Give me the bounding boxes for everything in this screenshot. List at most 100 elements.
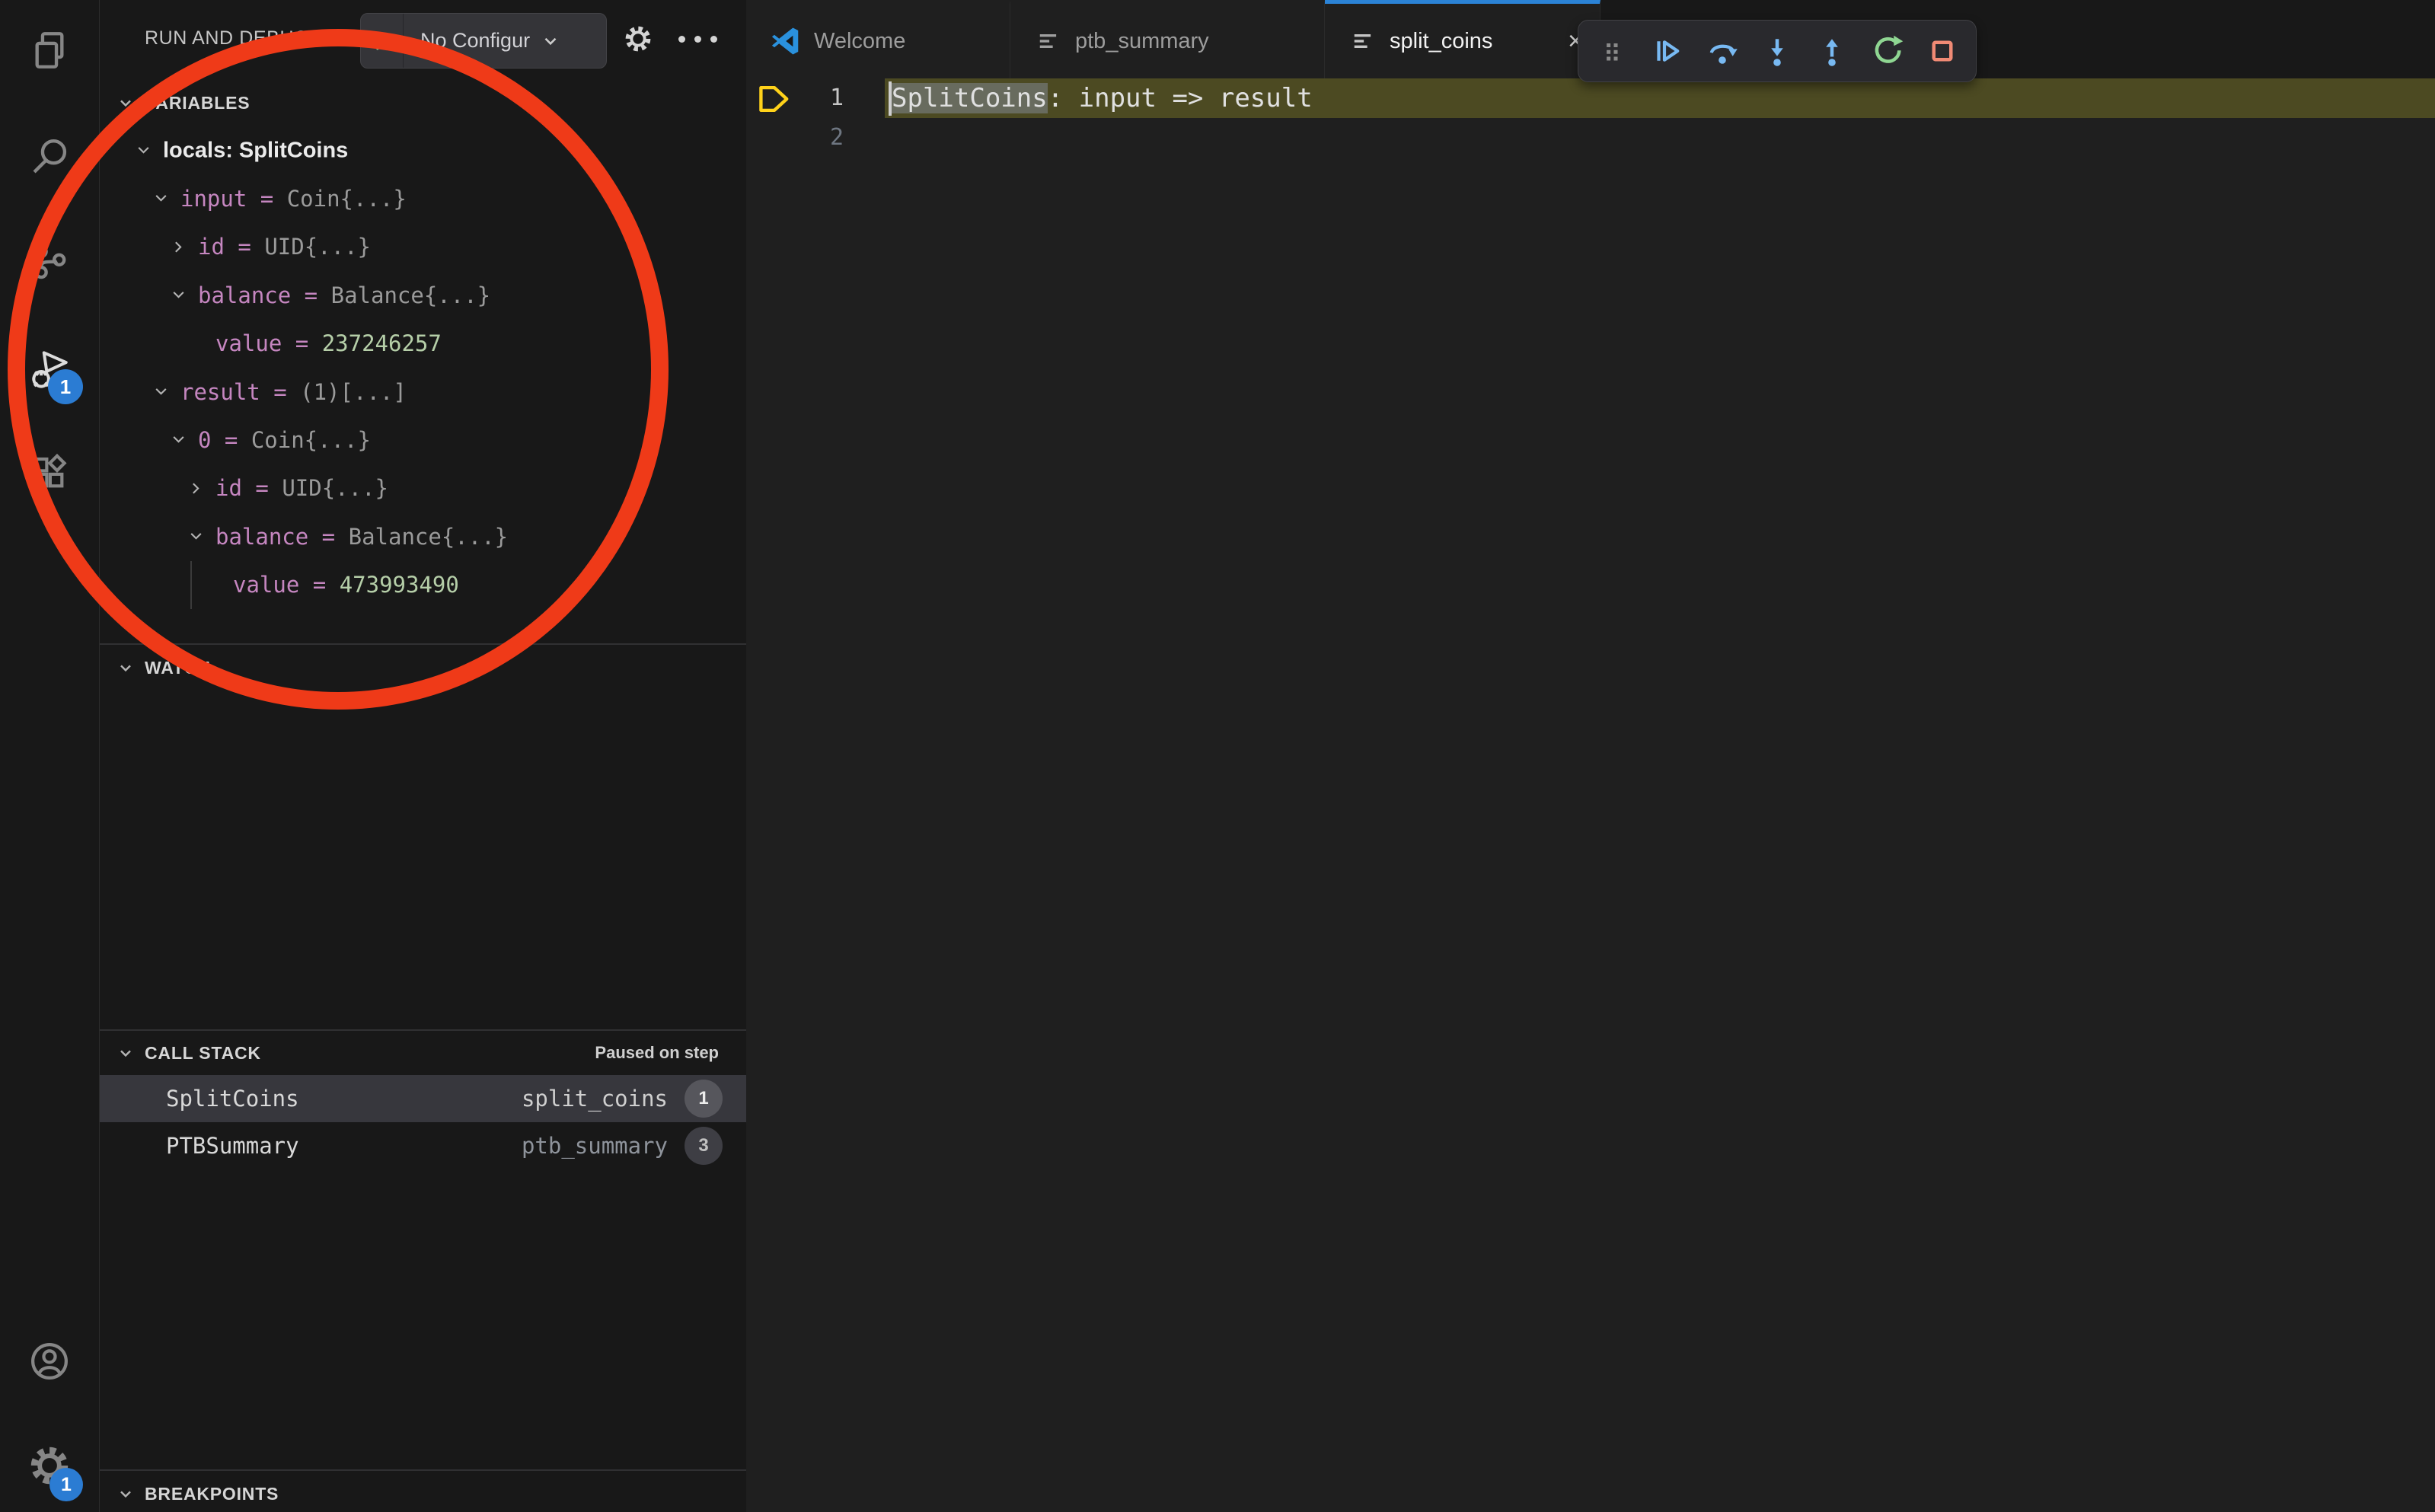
chevron-down-icon bbox=[541, 31, 560, 51]
section-divider[interactable] bbox=[100, 643, 746, 645]
variable-text: locals: SplitCoins bbox=[163, 138, 348, 163]
step-over-button[interactable] bbox=[1698, 27, 1747, 75]
variable-row[interactable]: 0 = Coin{...} bbox=[100, 416, 746, 464]
debug-badge: 1 bbox=[48, 369, 83, 404]
tab-welcome[interactable]: Welcome bbox=[746, 0, 1010, 78]
variable-segment: value = bbox=[233, 572, 340, 598]
variable-segment: Balance{...} bbox=[349, 524, 509, 550]
variable-segment: (1)[...] bbox=[300, 379, 407, 405]
chevron-right-icon[interactable] bbox=[171, 239, 187, 255]
frame-line-badge: 1 bbox=[685, 1080, 723, 1118]
watch-chevron-icon[interactable] bbox=[116, 659, 135, 678]
variable-segment: id = bbox=[215, 475, 282, 501]
source-control-icon[interactable] bbox=[27, 240, 72, 284]
variable-row[interactable]: id = UID{...} bbox=[100, 464, 746, 512]
frame-line-badge: 3 bbox=[685, 1127, 723, 1165]
extensions-icon[interactable] bbox=[27, 451, 72, 496]
debug-config-dropdown[interactable]: No Configur bbox=[360, 13, 607, 69]
variable-segment: Coin{...} bbox=[251, 427, 371, 453]
step-out-button[interactable] bbox=[1808, 27, 1856, 75]
variable-segment: 473993490 bbox=[340, 572, 459, 598]
frame-function: PTBSummary bbox=[166, 1133, 299, 1159]
variable-row[interactable]: input = Coin{...} bbox=[100, 174, 746, 222]
variable-row[interactable]: balance = Balance{...} bbox=[100, 271, 746, 319]
code-line[interactable]: SplitCoins: input => result bbox=[892, 78, 1313, 118]
chevron-down-icon[interactable] bbox=[153, 190, 169, 206]
variable-segment: value = bbox=[215, 330, 322, 356]
more-actions-icon[interactable] bbox=[678, 36, 717, 43]
chevron-down-icon[interactable] bbox=[188, 528, 204, 544]
variables-chevron-icon[interactable] bbox=[116, 94, 135, 113]
variable-text: id = UID{...} bbox=[215, 475, 388, 501]
drag-handle-icon[interactable] bbox=[1588, 27, 1636, 75]
call-stack-section-header[interactable]: CALL STACK bbox=[145, 1043, 261, 1064]
variable-segment: 0 = bbox=[198, 427, 251, 453]
chevron-down-icon[interactable] bbox=[171, 287, 187, 303]
variable-text: result = (1)[...] bbox=[180, 379, 407, 405]
gear-icon[interactable] bbox=[622, 23, 654, 55]
run-and-debug-panel: RUN AND DEBUG No Configur VARIABLES loca… bbox=[100, 0, 747, 1512]
variable-row[interactable]: id = UID{...} bbox=[100, 223, 746, 271]
settings-badge: 1 bbox=[49, 1468, 83, 1501]
section-divider[interactable] bbox=[100, 1029, 746, 1031]
variable-text: balance = Balance{...} bbox=[215, 524, 508, 550]
watch-section-header[interactable]: WATCH bbox=[145, 658, 211, 678]
variable-text: balance = Balance{...} bbox=[198, 282, 490, 308]
vscode-logo-icon bbox=[771, 26, 801, 56]
call-stack-frame[interactable]: SplitCoins split_coins 1 bbox=[100, 1075, 746, 1122]
variable-segment: UID{...} bbox=[282, 475, 388, 501]
step-into-button[interactable] bbox=[1753, 27, 1802, 75]
variable-row[interactable]: value = 473993490 bbox=[100, 561, 746, 609]
code-editor[interactable]: 1 SplitCoins: input => result 2 bbox=[746, 78, 2435, 1512]
indent-guide bbox=[190, 561, 192, 609]
call-stack-chevron-icon[interactable] bbox=[116, 1045, 135, 1063]
chevron-right-icon[interactable] bbox=[188, 480, 204, 496]
list-file-icon bbox=[1349, 27, 1377, 55]
variable-segment: Coin{...} bbox=[287, 186, 407, 212]
call-stack-frame[interactable]: PTBSummary ptb_summary 3 bbox=[100, 1122, 746, 1169]
variable-text: input = Coin{...} bbox=[180, 186, 407, 212]
frame-function: SplitCoins bbox=[166, 1086, 299, 1112]
chevron-down-icon[interactable] bbox=[153, 384, 169, 400]
variable-segment: result = bbox=[180, 379, 300, 405]
stop-button[interactable] bbox=[1918, 27, 1967, 75]
frame-file: ptb_summary bbox=[522, 1133, 668, 1159]
line-number[interactable]: 1 bbox=[746, 78, 844, 118]
activity-bar: 1 1 bbox=[0, 0, 100, 1512]
variable-row[interactable]: value = 237246257 bbox=[100, 320, 746, 368]
variable-text: 0 = Coin{...} bbox=[198, 427, 371, 453]
chevron-down-icon[interactable] bbox=[171, 432, 187, 448]
variables-section-header[interactable]: VARIABLES bbox=[145, 93, 250, 113]
variable-segment: UID{...} bbox=[264, 234, 371, 260]
section-divider[interactable] bbox=[100, 1469, 746, 1471]
selected-code-text: SplitCoins bbox=[892, 83, 1048, 113]
start-debug-icon[interactable] bbox=[361, 14, 404, 68]
frame-file: split_coins bbox=[522, 1086, 668, 1112]
code-text: : input => result bbox=[1048, 83, 1313, 113]
tab-ptb-summary[interactable]: ptb_summary bbox=[1010, 0, 1325, 78]
call-stack-status: Paused on step bbox=[595, 1043, 719, 1063]
chevron-down-icon[interactable] bbox=[136, 142, 152, 158]
restart-button[interactable] bbox=[1863, 27, 1912, 75]
variable-row[interactable]: result = (1)[...] bbox=[100, 368, 746, 416]
variable-text: value = 473993490 bbox=[233, 572, 459, 598]
breakpoints-chevron-icon[interactable] bbox=[116, 1485, 135, 1504]
tab-label: ptb_summary bbox=[1075, 29, 1209, 54]
explorer-icon[interactable] bbox=[27, 28, 72, 72]
variable-segment: balance = bbox=[198, 282, 331, 308]
panel-title: RUN AND DEBUG bbox=[145, 27, 309, 49]
text-cursor bbox=[889, 81, 892, 116]
variable-text: value = 237246257 bbox=[215, 330, 442, 356]
continue-button[interactable] bbox=[1642, 27, 1691, 75]
variable-row[interactable]: locals: SplitCoins bbox=[100, 126, 746, 174]
tab-label: Welcome bbox=[814, 29, 905, 54]
line-number[interactable]: 2 bbox=[746, 118, 844, 158]
variable-row[interactable]: balance = Balance{...} bbox=[100, 512, 746, 560]
tab-split-coins[interactable]: split_coins × bbox=[1325, 0, 1600, 78]
variable-segment: Balance{...} bbox=[331, 282, 491, 308]
accounts-icon[interactable] bbox=[28, 1340, 71, 1383]
search-icon[interactable] bbox=[27, 135, 72, 179]
debug-toolbar bbox=[1578, 20, 1977, 82]
variable-segment: balance = bbox=[215, 524, 349, 550]
breakpoints-section-header[interactable]: BREAKPOINTS bbox=[145, 1484, 279, 1504]
